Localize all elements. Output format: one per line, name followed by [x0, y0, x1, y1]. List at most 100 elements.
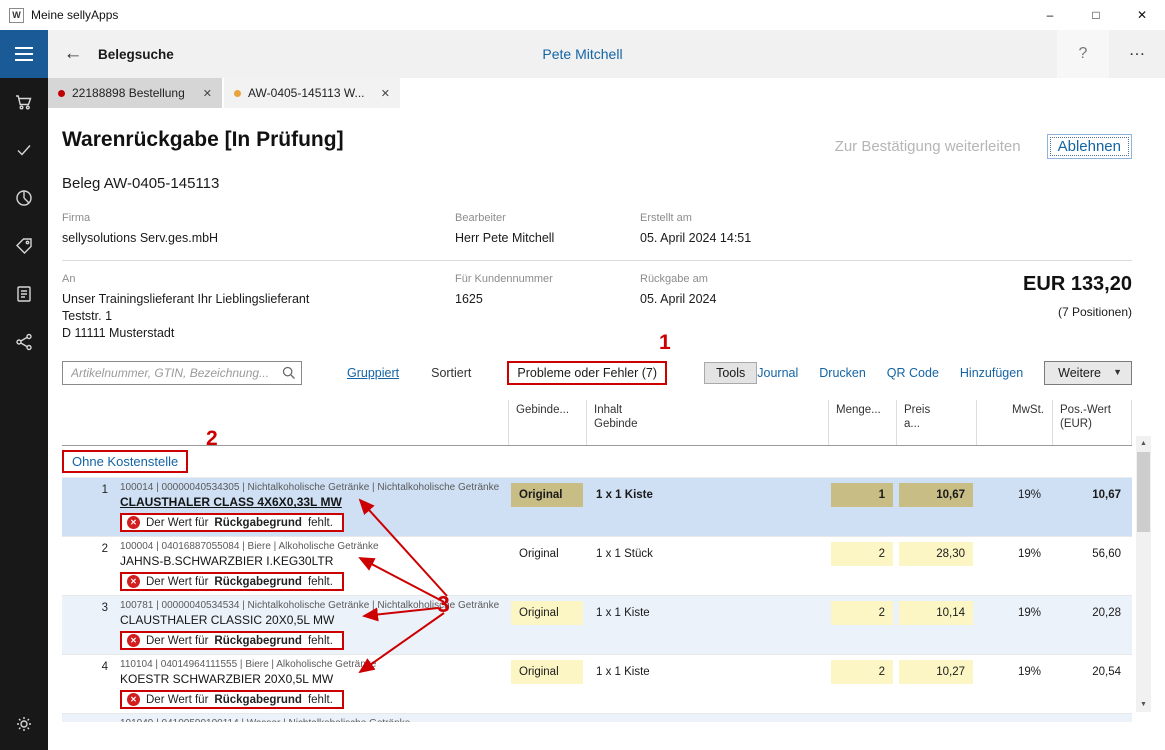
preis-cell[interactable]: 10,14 — [896, 599, 976, 650]
group-header-row: Ohne Kostenstelle — [62, 446, 1132, 478]
help-button[interactable]: ? — [1057, 30, 1109, 78]
col-gebinde[interactable]: Gebinde... — [508, 400, 586, 446]
scroll-up-icon[interactable]: ▲ — [1136, 436, 1151, 451]
mwst-cell: 19% — [976, 540, 1052, 591]
table-row[interactable]: 4 110104 | 04014964111555 | Biere | Alko… — [62, 655, 1132, 714]
settings-gear-icon[interactable] — [0, 700, 48, 748]
scroll-down-icon[interactable]: ▼ — [1136, 697, 1151, 712]
qr-code-link[interactable]: QR Code — [887, 366, 939, 380]
cart-icon[interactable] — [0, 78, 48, 126]
field-rueckgabe-am: Rückgabe am 05. April 2024 — [640, 261, 1023, 342]
gebinde-cell[interactable]: Original — [508, 658, 586, 709]
menge-cell[interactable]: 2 — [828, 540, 896, 591]
weitere-label: Weitere — [1058, 366, 1101, 380]
window-title: Meine sellyApps — [31, 8, 118, 22]
col-preis[interactable]: Preisa... — [896, 400, 976, 446]
reject-button[interactable]: Ablehnen — [1047, 134, 1132, 159]
article-name: JAHNS-B.SCHWARZBIER I.KEG30LTR — [120, 554, 500, 568]
page-title: Belegsuche — [98, 47, 174, 62]
table-body: Ohne Kostenstelle 1 100014 | 00000040534… — [62, 446, 1132, 722]
tab-close-icon[interactable]: ✕ — [381, 87, 390, 100]
error-text-bold: Rückgabegrund — [214, 576, 302, 588]
mwst-cell: 19% — [976, 658, 1052, 709]
pie-chart-icon[interactable] — [0, 174, 48, 222]
field-label: Bearbeiter — [455, 212, 640, 224]
error-x-icon: ✕ — [127, 693, 140, 706]
error-badge: ✕Der Wert für Rückgabegrund fehlt. — [120, 572, 344, 591]
gebinde-cell[interactable]: Original — [508, 540, 586, 591]
search-input[interactable] — [62, 361, 302, 385]
inhalt-cell[interactable]: 1 x 1 Kiste — [586, 481, 828, 532]
field-firma: Firma sellysolutions Serv.ges.mbH — [62, 212, 455, 261]
pos-wert-cell: 20,54 — [1052, 658, 1132, 709]
field-an: An Unser Trainingslieferant Ihr Liebling… — [62, 261, 455, 342]
hinzufuegen-link[interactable]: Hinzufügen — [960, 366, 1023, 380]
col-mwst[interactable]: MwSt. — [976, 400, 1052, 446]
table-row[interactable]: 1 100014 | 00000040534305 | Nichtalkohol… — [62, 478, 1132, 537]
journal-link[interactable]: Journal — [757, 366, 798, 380]
more-options-button[interactable]: … — [1109, 30, 1165, 78]
field-label: An — [62, 273, 455, 285]
inhalt-cell[interactable]: 1 x 1 Kiste — [586, 658, 828, 709]
table-header: Gebinde... InhaltGebinde Menge... Preisa… — [62, 400, 1132, 447]
article-name: CLAUSTHALER CLASS 4X6X0,33L MW — [120, 495, 500, 509]
checkmark-icon[interactable] — [0, 126, 48, 174]
preis-cell[interactable]: 10,27 — [896, 658, 976, 709]
col-menge[interactable]: Menge... — [828, 400, 896, 446]
field-bearbeiter: Bearbeiter Herr Pete Mitchell — [455, 212, 640, 261]
gruppiert-toggle[interactable]: Gruppiert — [347, 366, 399, 380]
catalog-icon[interactable] — [0, 270, 48, 318]
inhalt-cell[interactable]: 1 x 1 Stück — [586, 540, 828, 591]
network-share-icon[interactable] — [0, 318, 48, 366]
close-button[interactable]: ✕ — [1119, 0, 1165, 30]
hamburger-menu-icon[interactable] — [0, 30, 48, 78]
tab-close-icon[interactable]: ✕ — [203, 87, 212, 100]
chevron-down-icon: ▼ — [1113, 367, 1122, 377]
error-badge: ✕Der Wert für Rückgabegrund fehlt. — [120, 513, 344, 532]
weitere-dropdown[interactable]: Weitere ▼ — [1044, 361, 1132, 385]
menge-cell[interactable]: 1 — [828, 481, 896, 532]
preis-cell[interactable]: 10,67 — [896, 481, 976, 532]
price-tag-icon[interactable] — [0, 222, 48, 270]
col-article — [62, 400, 508, 446]
gebinde-cell[interactable]: Original — [508, 481, 586, 532]
col-pos-wert[interactable]: Pos.-Wert(EUR) — [1052, 400, 1132, 446]
maximize-button[interactable]: □ — [1073, 0, 1119, 30]
table-row[interactable]: 101049 | 04100590100114 | Wasser | Nicht… — [62, 714, 1132, 722]
preis-cell[interactable]: 28,30 — [896, 540, 976, 591]
toolbar-right: Journal Drucken QR Code Hinzufügen Weite… — [757, 361, 1132, 385]
probleme-fehler-filter[interactable]: Probleme oder Fehler (7) — [507, 361, 667, 385]
user-name[interactable]: Pete Mitchell — [542, 46, 622, 62]
table-row[interactable]: 3 100781 | 00000040534534 | Nichtalkohol… — [62, 596, 1132, 655]
mwst-cell: 19% — [976, 599, 1052, 650]
app-icon-letter: W — [12, 10, 21, 20]
tab-warenrueckgabe[interactable]: AW-0405-145113 W... ✕ — [224, 78, 400, 108]
back-button[interactable]: ← — [56, 43, 90, 65]
sortiert-toggle[interactable]: Sortiert — [431, 366, 471, 380]
tab-bestellung[interactable]: 22188898 Bestellung ✕ — [48, 78, 222, 108]
article-cell: 3 100781 | 00000040534534 | Nichtalkohol… — [62, 599, 508, 650]
vertical-scrollbar[interactable]: ▲ ▼ — [1136, 436, 1151, 712]
scrollbar-thumb[interactable] — [1137, 452, 1150, 532]
group-label-ohne-kostenstelle[interactable]: Ohne Kostenstelle — [62, 450, 188, 473]
table-row[interactable]: 2 100004 | 04016887055084 | Biere | Alko… — [62, 537, 1132, 596]
error-text: fehlt. — [308, 517, 333, 529]
article-name: KOESTR SCHWARZBIER 20X0,5L MW — [120, 672, 500, 686]
drucken-link[interactable]: Drucken — [819, 366, 866, 380]
field-spacer — [1023, 212, 1132, 261]
col-inhalt-gebinde[interactable]: InhaltGebinde — [586, 400, 828, 446]
row-number: 3 — [62, 602, 108, 614]
tools-button[interactable]: Tools — [704, 362, 757, 384]
forward-button[interactable]: Zur Bestätigung weiterleiten — [835, 138, 1021, 155]
error-x-icon: ✕ — [127, 575, 140, 588]
article-info: 110104 | 04014964111555 | Biere | Alkoho… — [120, 659, 500, 670]
title-bar: W Meine sellyApps – □ ✕ — [0, 0, 1165, 30]
row-number: 4 — [62, 661, 108, 673]
inhalt-cell[interactable]: 1 x 1 Kiste — [586, 599, 828, 650]
menge-cell[interactable]: 2 — [828, 599, 896, 650]
gebinde-cell[interactable]: Original — [508, 599, 586, 650]
menge-cell[interactable]: 2 — [828, 658, 896, 709]
minimize-button[interactable]: – — [1027, 0, 1073, 30]
list-toolbar: Gruppiert Sortiert Probleme oder Fehler … — [62, 360, 1132, 386]
an-line2: Teststr. 1 — [62, 308, 455, 325]
